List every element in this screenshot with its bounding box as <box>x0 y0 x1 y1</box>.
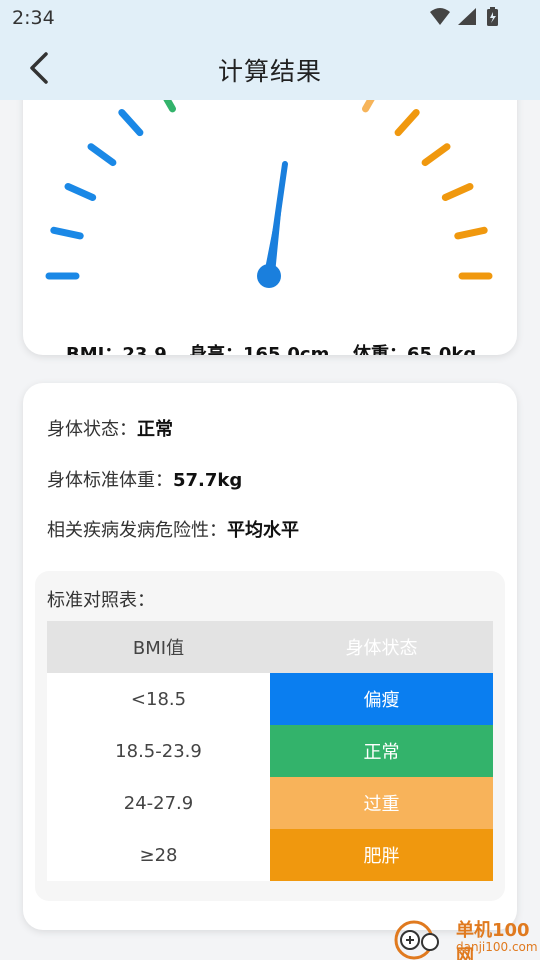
status-time: 2:34 <box>12 7 55 29</box>
bmi-range-cell: 18.5-23.9 <box>47 725 270 777</box>
status-cell: 正常 <box>270 725 493 777</box>
gauge-tick <box>118 109 144 137</box>
standard-weight-line: 身体标准体重：57.7kg <box>47 466 242 492</box>
disease-risk-label: 相关疾病发病危险性： <box>47 520 227 541</box>
body-status-value: 正常 <box>137 419 173 440</box>
table-row: 18.5-23.9 正常 <box>47 725 493 777</box>
standard-weight-label: 身体标准体重： <box>47 470 173 491</box>
gauge-card: BMI：23.9 身高：165.0cm 体重：65.0kg <box>23 60 517 355</box>
battery-icon <box>487 7 498 26</box>
watermark-url: danji100.com <box>456 940 538 954</box>
table-row: <18.5 偏瘦 <box>47 673 493 725</box>
disease-risk-line: 相关疾病发病危险性：平均水平 <box>47 516 299 542</box>
gauge-tick <box>421 143 451 167</box>
bmi-range-cell: ≥28 <box>47 829 270 881</box>
gauge-tick <box>394 109 420 137</box>
body-status-line: 身体状态：正常 <box>47 415 173 441</box>
weight-value: 体重：65.0kg <box>353 344 477 355</box>
bmi-range-cell: <18.5 <box>47 673 270 725</box>
reference-title: 标准对照表： <box>47 590 155 611</box>
gauge-needle-pivot <box>257 264 281 288</box>
reference-table-box: 标准对照表： BMI值 身体状态 <18.5 偏瘦 18.5-23.9 正常 2… <box>35 571 505 901</box>
table-header-row: BMI值 身体状态 <box>47 621 493 673</box>
height-value: 身高：165.0cm <box>189 344 330 355</box>
gauge-tick <box>64 183 97 201</box>
result-info-card: 身体状态：正常 身体标准体重：57.7kg 相关疾病发病危险性：平均水平 标准对… <box>23 383 517 930</box>
table-row: 24-27.9 过重 <box>47 777 493 829</box>
wifi-icon <box>430 8 450 25</box>
table-row: ≥28 肥胖 <box>47 829 493 881</box>
header-bmi: BMI值 <box>47 621 270 673</box>
status-icons <box>430 7 498 26</box>
disease-risk-value: 平均水平 <box>227 520 299 541</box>
gauge-tick <box>50 226 84 240</box>
bmi-range-cell: 24-27.9 <box>47 777 270 829</box>
status-bar: 2:34 <box>0 0 540 36</box>
page-title: 计算结果 <box>217 57 322 86</box>
signal-icon <box>458 8 476 25</box>
gauge-tick <box>454 226 488 240</box>
gauge-needle-body <box>264 162 286 274</box>
gauge-tick <box>441 183 474 201</box>
body-status-label: 身体状态： <box>47 419 137 440</box>
gauge-tick <box>87 143 117 167</box>
app-header: 2:34 计算结果 <box>0 0 540 100</box>
status-cell: 偏瘦 <box>270 673 493 725</box>
standard-weight-value: 57.7kg <box>173 470 243 491</box>
watermark-logo-icon <box>394 920 439 960</box>
header-status: 身体状态 <box>345 638 418 659</box>
status-cell: 过重 <box>270 777 493 829</box>
reference-table: BMI值 身体状态 <18.5 偏瘦 18.5-23.9 正常 24-27.9 … <box>47 621 493 881</box>
bmi-value: BMI：23.9 <box>66 344 167 355</box>
status-cell: 肥胖 <box>270 829 493 881</box>
watermark: 单机100网 danji100.com <box>390 914 540 960</box>
bmi-gauge <box>45 60 493 288</box>
